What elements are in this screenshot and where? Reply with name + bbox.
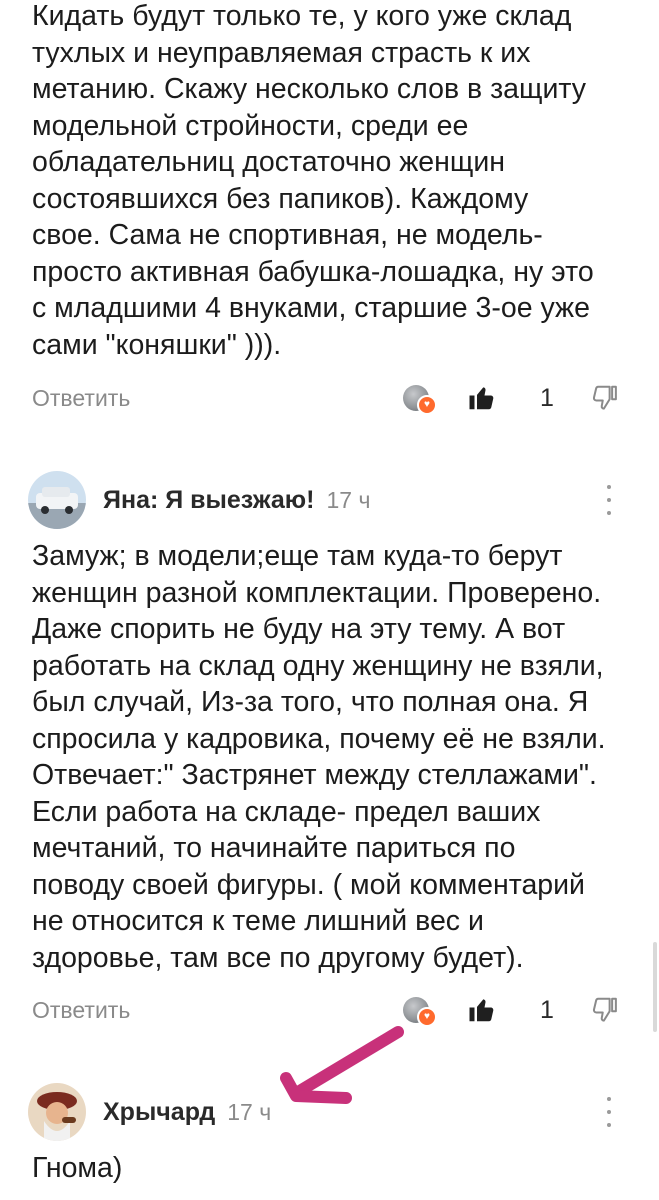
reactions-bar: ♥ 1 (403, 383, 619, 415)
comment-time: 17 ч (326, 486, 371, 513)
thumbs-down-icon[interactable] (589, 383, 619, 413)
avatar[interactable] (28, 471, 86, 529)
annotation-arrow-icon (280, 1026, 404, 1104)
reply-button[interactable]: Ответить (32, 997, 130, 1024)
comment-2-header: Яна: Я выезжаю! 17 ч (28, 470, 619, 530)
avatar[interactable] (28, 1083, 86, 1141)
scrollbar[interactable] (653, 942, 657, 1032)
reply-button[interactable]: Ответить (32, 385, 130, 412)
heart-icon: ♥ (417, 1007, 437, 1027)
more-vertical-icon[interactable] (599, 483, 619, 517)
comment-1-actions: Ответить ♥ 1 (32, 378, 619, 418)
comment-1-text: Кидать будут только те, у кого уже склад… (32, 0, 594, 361)
thumbs-up-icon[interactable] (467, 383, 497, 413)
like-count: 1 (540, 995, 554, 1024)
more-vertical-icon[interactable] (599, 1095, 619, 1129)
comment-time: 17 ч (227, 1098, 272, 1125)
reactions-bar: ♥ 1 (403, 995, 619, 1027)
comment-3-text: Гнома) (32, 1152, 123, 1184)
thumbs-down-icon[interactable] (589, 995, 619, 1025)
author-name[interactable]: Яна: Я выезжаю! (103, 486, 315, 515)
reactor-avatar[interactable]: ♥ (403, 385, 437, 415)
thumbs-up-icon[interactable] (467, 995, 497, 1025)
author-name[interactable]: Хрычард (103, 1098, 215, 1127)
heart-icon: ♥ (417, 395, 437, 415)
like-count: 1 (540, 383, 554, 412)
comment-2-text: Замуж; в модели;еще там куда-то берут же… (32, 540, 606, 974)
